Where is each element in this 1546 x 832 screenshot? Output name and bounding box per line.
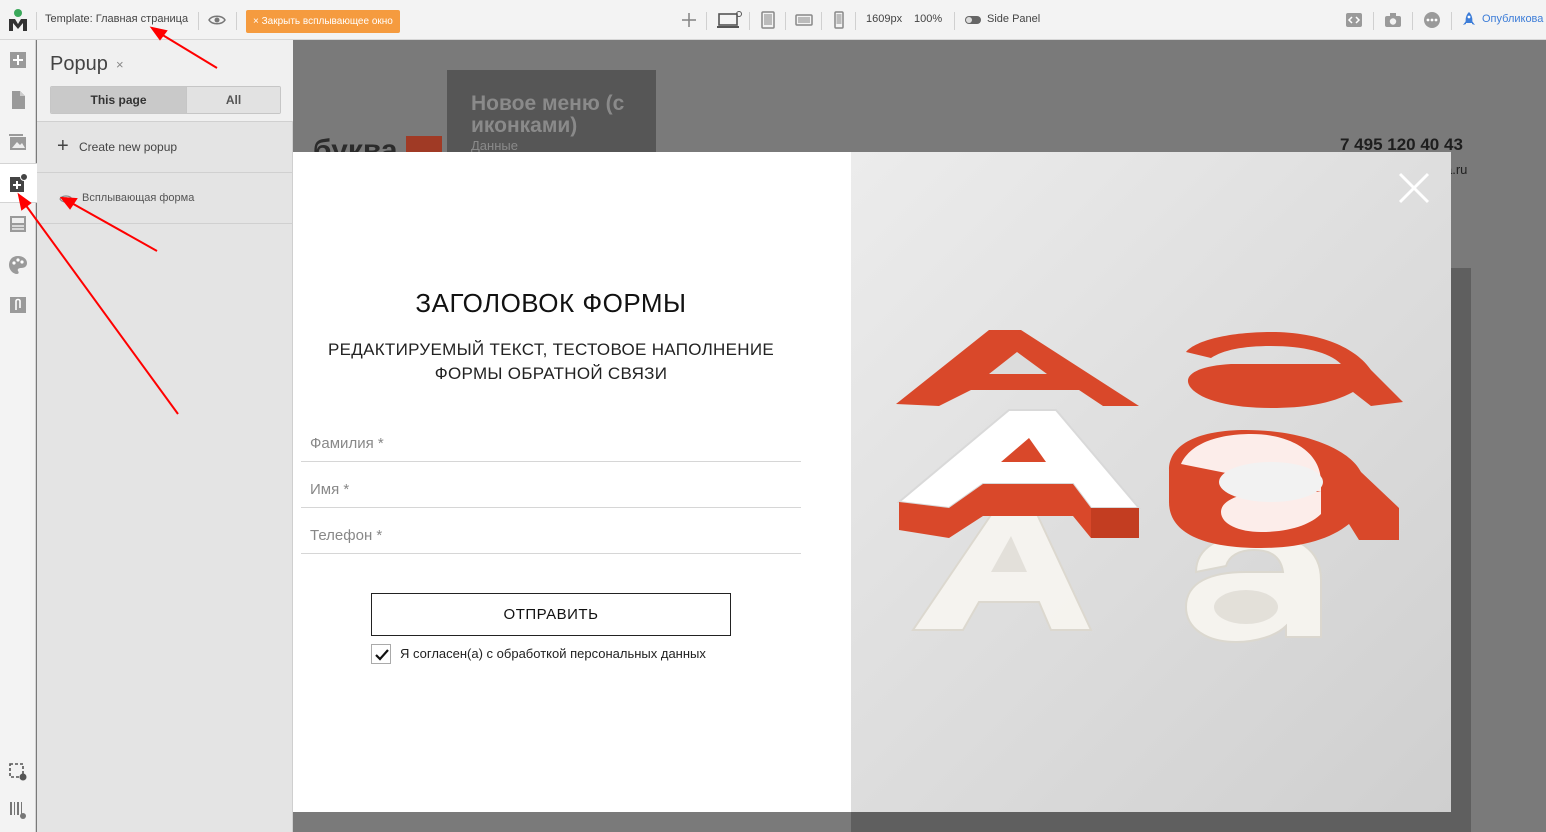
toolbar-separator <box>954 12 955 30</box>
toolbar-separator <box>236 12 237 30</box>
page-menu-title: Новое меню (с иконками) <box>471 92 625 137</box>
popup-title: ЗАГОЛОВОК ФОРМЫ <box>415 288 687 318</box>
popup-item-label: Всплывающая форма <box>82 192 195 204</box>
toolbar-separator <box>821 12 822 30</box>
flat-letter-a-lower <box>1186 332 1403 408</box>
checkmark-icon <box>375 649 389 661</box>
popup-add-icon[interactable] <box>8 173 28 193</box>
create-popup-row[interactable]: + Create new popup <box>37 123 293 173</box>
name-field <box>301 468 801 508</box>
panel-close-icon[interactable]: × <box>116 57 124 72</box>
eye-icon[interactable] <box>59 194 73 204</box>
top-toolbar: Template: Главная страница × Закрыть всп… <box>0 0 1546 40</box>
attachment-icon[interactable] <box>8 295 28 315</box>
toggle-icon[interactable] <box>964 11 982 29</box>
panel-title: Popup <box>50 53 108 75</box>
tab-all[interactable]: All <box>186 87 280 113</box>
flat-letter-a-upper <box>896 330 1139 406</box>
page-menu-sub: Данные <box>471 138 518 153</box>
camera-icon[interactable] <box>1384 11 1402 29</box>
publish-button[interactable]: Опубликова <box>1482 13 1543 25</box>
close-popup-button[interactable]: × Закрыть всплывающее окно <box>246 10 400 33</box>
panel-header: Popup × This page All <box>37 40 293 122</box>
desktop-icon[interactable] <box>716 11 742 29</box>
tablet-icon[interactable] <box>759 11 777 29</box>
barcode-icon[interactable] <box>8 800 28 820</box>
plus-icon: + <box>57 135 69 157</box>
toolbar-separator <box>855 12 856 30</box>
popup-image <box>851 152 1451 812</box>
canvas-width-value[interactable]: 1609px <box>866 13 902 25</box>
toolbar-separator <box>198 12 199 30</box>
consent-label: Я согласен(а) с обработкой персональных … <box>400 646 706 661</box>
app-logo-icon[interactable] <box>6 7 30 33</box>
zoom-value[interactable]: 100% <box>914 13 942 25</box>
create-popup-label: Create new popup <box>79 140 178 154</box>
popup-description: РЕДАКТИРУЕМЫЙ ТЕКСТ, ТЕСТОВОЕ НАПОЛНЕНИЕ… <box>327 340 774 383</box>
add-block-icon[interactable] <box>8 50 28 70</box>
close-popup-label: Закрыть всплывающее окно <box>261 16 393 27</box>
tab-this-page[interactable]: This page <box>51 87 186 113</box>
tablet-landscape-icon[interactable] <box>795 11 813 29</box>
phone-input[interactable] <box>301 520 801 550</box>
more-icon[interactable] <box>1423 11 1441 29</box>
submit-button[interactable]: ОТПРАВИТЬ <box>371 593 731 636</box>
rocket-icon[interactable] <box>1460 11 1478 29</box>
popup-panel: Popup × This page All + Create new popup… <box>37 40 293 832</box>
side-panel-label[interactable]: Side Panel <box>987 13 1040 25</box>
toolbar-separator <box>785 12 786 30</box>
letters-illustration <box>896 330 1403 644</box>
name-input[interactable] <box>301 474 801 504</box>
toolbar-separator <box>706 12 707 30</box>
plus-icon[interactable] <box>680 11 698 29</box>
surname-input[interactable] <box>301 428 801 458</box>
popup-window: ЗАГОЛОВОК ФОРМЫ РЕДАКТИРУЕМЫЙ ТЕКСТ, ТЕС… <box>293 152 1451 812</box>
popup-list-item[interactable]: Всплывающая форма <box>37 174 293 224</box>
code-icon[interactable] <box>1345 11 1363 29</box>
form-icon[interactable] <box>8 214 28 234</box>
selection-icon[interactable] <box>8 762 28 782</box>
led-letter-a-lower <box>1184 532 1322 644</box>
page-icon[interactable] <box>8 90 28 110</box>
close-icon: × <box>253 16 262 27</box>
toolbar-separator <box>1451 12 1452 30</box>
scope-tabs: This page All <box>50 86 281 114</box>
mobile-icon[interactable] <box>830 11 848 29</box>
surname-field <box>301 422 801 462</box>
gallery-icon[interactable] <box>8 132 28 152</box>
toolbar-separator <box>36 12 37 30</box>
left-icon-rail <box>0 40 37 832</box>
template-label[interactable]: Template: Главная страница <box>45 13 188 25</box>
consent-checkbox[interactable] <box>371 644 391 664</box>
eye-icon[interactable] <box>208 11 226 29</box>
toolbar-separator <box>749 12 750 30</box>
phone-field <box>301 514 801 554</box>
extruded-letter-a-lower <box>1169 430 1399 548</box>
editor-window: Новое меню (с иконками) Данные буква 7 4… <box>0 0 1546 832</box>
palette-icon[interactable] <box>8 255 28 275</box>
toolbar-separator <box>1412 12 1413 30</box>
toolbar-separator <box>1373 12 1374 30</box>
close-icon[interactable] <box>1396 170 1432 206</box>
